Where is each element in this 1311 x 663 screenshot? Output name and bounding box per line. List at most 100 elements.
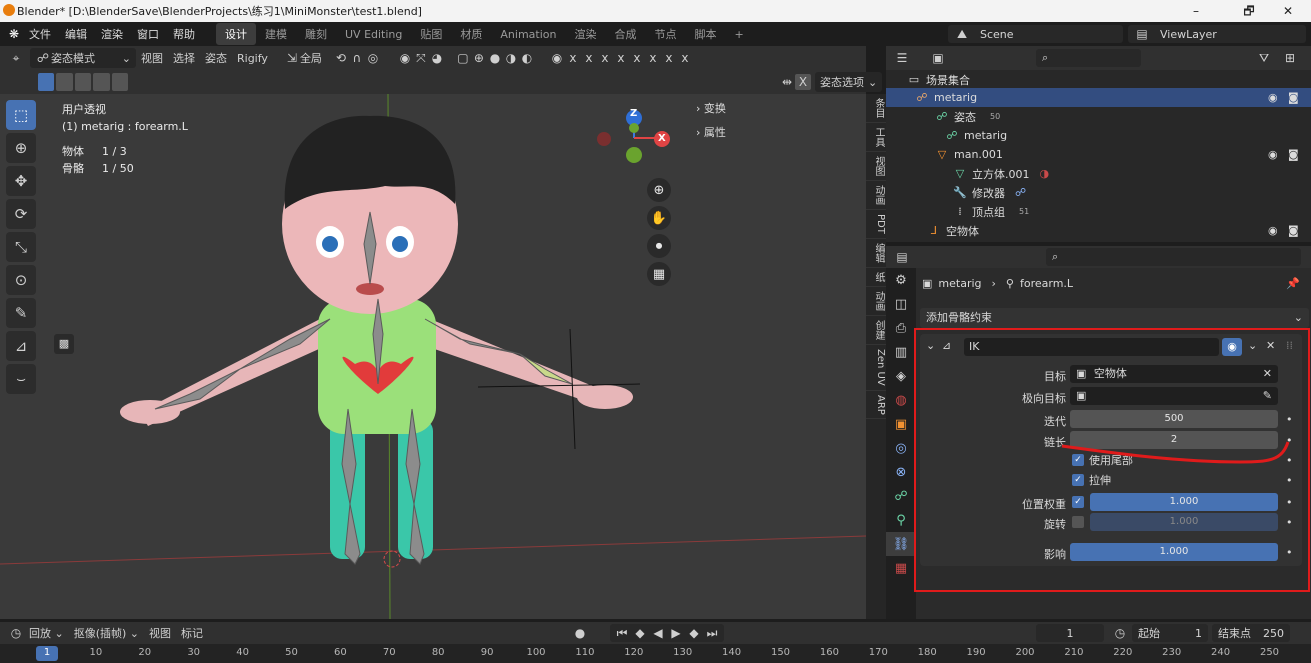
side-tab-paper[interactable]: 纸: [866, 268, 886, 287]
annotate-tool-icon[interactable]: ✎: [6, 298, 36, 328]
outliner-row-armature-data[interactable]: ☍ metarig: [886, 126, 1311, 145]
jump-end-icon[interactable]: ⏭: [704, 625, 720, 641]
side-tab-animation[interactable]: 动画: [866, 181, 886, 210]
menu-window[interactable]: 窗口: [130, 26, 166, 42]
display-mode-icon[interactable]: ▣: [930, 50, 946, 66]
arp-x-icon[interactable]: ⅹ: [613, 50, 629, 66]
arp-x-icon[interactable]: ⅹ: [597, 50, 613, 66]
physics-tab-icon[interactable]: ◎: [886, 436, 916, 460]
pivot-icon[interactable]: ⟲: [333, 50, 349, 66]
pole-target-field[interactable]: ▣ ✎: [1070, 387, 1278, 405]
overlay-icon[interactable]: ◕: [429, 50, 445, 66]
material-shading-icon[interactable]: ◑: [503, 50, 519, 66]
bone-constraint-tab-icon[interactable]: ⛓: [886, 532, 916, 556]
pan-hand-icon[interactable]: ✋: [647, 206, 671, 230]
keyframe-dot-icon[interactable]: •: [1286, 546, 1293, 559]
keyframe-dot-icon[interactable]: •: [1286, 413, 1293, 426]
object-tab-icon[interactable]: ▣: [886, 412, 916, 436]
workspace-tab-layout[interactable]: 设计: [216, 23, 256, 45]
arp-x-icon[interactable]: ⅹ: [645, 50, 661, 66]
cursor-tool-icon[interactable]: ⊕: [6, 133, 36, 163]
keying-menu[interactable]: 抠像(插帧) ⌄: [69, 623, 144, 643]
view-extra-icon[interactable]: ◉: [549, 50, 565, 66]
3d-viewport[interactable]: 用户透视 (1) metarig : forearm.L 物体 1 / 3 骨骼 1…: [0, 94, 866, 619]
blender-menu-icon[interactable]: ❋: [6, 26, 22, 42]
workspace-tab-rendering[interactable]: 渲染: [565, 23, 605, 45]
outliner-row-pose[interactable]: ☍ 姿态 50: [886, 107, 1311, 126]
object-constraint-tab-icon[interactable]: ⊗: [886, 460, 916, 484]
side-tab-animation-2[interactable]: 动画: [866, 287, 886, 316]
side-tab-create[interactable]: 创建: [866, 316, 886, 345]
select-invert-icon[interactable]: [93, 73, 110, 91]
mirror-icon[interactable]: ⇹: [779, 74, 795, 90]
measure-tool-icon[interactable]: ⊿: [6, 331, 36, 361]
workspace-tab-shading[interactable]: 材质: [451, 23, 491, 45]
select-box-tool-icon[interactable]: ⬚: [6, 100, 36, 130]
add-workspace-button[interactable]: +: [725, 25, 752, 44]
transform-tool-icon[interactable]: ⊙: [6, 265, 36, 295]
eye-icon[interactable]: ◉: [1268, 148, 1278, 161]
camera-render-icon[interactable]: ◙: [1288, 148, 1299, 161]
scale-tool-icon[interactable]: ⤡: [6, 232, 36, 262]
constraint-enable-eye-icon[interactable]: ◉: [1222, 338, 1242, 356]
eyedropper-icon[interactable]: ✎: [1263, 387, 1272, 405]
close-window-button[interactable]: ✕: [1265, 0, 1311, 22]
clock-icon[interactable]: ◷: [1112, 625, 1128, 641]
solid-shading-icon[interactable]: ●: [487, 50, 503, 66]
select-extend-icon[interactable]: [56, 73, 73, 91]
grid-view-icon[interactable]: ▦: [647, 262, 671, 286]
select-new-icon[interactable]: [38, 73, 55, 91]
rendered-shading-icon[interactable]: ◐: [519, 50, 535, 66]
stretch-checkbox[interactable]: ✓ 拉伸: [1072, 472, 1111, 488]
proportional-icon[interactable]: ◎: [365, 50, 381, 66]
gizmo-icon[interactable]: ⤧: [413, 50, 429, 66]
keyframe-dot-icon[interactable]: •: [1286, 434, 1293, 447]
side-tab-item[interactable]: 条目: [866, 94, 886, 123]
outliner-editor-icon[interactable]: ☰: [894, 50, 910, 66]
bone-tab-icon[interactable]: ⚲: [886, 508, 916, 532]
influence-slider[interactable]: 1.000: [1070, 543, 1278, 561]
use-tail-checkbox[interactable]: ✓ 使用尾部: [1072, 452, 1133, 468]
menu-render[interactable]: 渲染: [94, 26, 130, 42]
target-field[interactable]: ▣ 空物体 ✕: [1070, 365, 1278, 383]
workspace-tab-sculpt[interactable]: 雕刻: [296, 23, 336, 45]
outliner-search-input[interactable]: ⌕: [1036, 49, 1141, 67]
new-collection-icon[interactable]: ⊞: [1282, 50, 1298, 66]
constraint-name-field[interactable]: IK: [964, 338, 1219, 356]
x-mirror-icon[interactable]: X: [795, 74, 811, 90]
npanel-transform-header[interactable]: › 变换: [696, 100, 854, 116]
play-reverse-icon[interactable]: ◀: [650, 625, 666, 641]
prev-keyframe-icon[interactable]: ◆: [632, 625, 648, 641]
chain-length-field[interactable]: 2: [1070, 431, 1278, 449]
side-tab-arp[interactable]: ARP: [866, 391, 886, 420]
chevron-down-icon[interactable]: ⌄: [926, 339, 935, 352]
workspace-tab-uv[interactable]: UV Editing: [336, 25, 411, 44]
outliner-scene-collection[interactable]: ▭ 场景集合: [886, 70, 1311, 89]
wireframe-shading-icon[interactable]: ⊕: [471, 50, 487, 66]
camera-render-icon[interactable]: ◙: [1288, 91, 1299, 104]
workspace-tab-nodes[interactable]: 节点: [645, 23, 685, 45]
timeline-view-menu[interactable]: 视图: [144, 623, 176, 643]
eye-icon[interactable]: ◉: [1268, 224, 1278, 237]
world-tab-icon[interactable]: ◍: [886, 388, 916, 412]
weight-position-checkbox[interactable]: ✓: [1072, 496, 1084, 508]
scene-tab-icon[interactable]: ◈: [886, 364, 916, 388]
menu-rigify[interactable]: Rigify: [232, 48, 273, 68]
armature-tab-icon[interactable]: ☍: [886, 484, 916, 508]
texture-tab-icon[interactable]: ▦: [886, 556, 916, 580]
keyframe-dot-icon[interactable]: •: [1286, 516, 1293, 529]
npanel-properties-header[interactable]: › 属性: [696, 124, 854, 140]
rotation-checkbox[interactable]: [1072, 516, 1084, 528]
arp-x-icon[interactable]: ⅹ: [581, 50, 597, 66]
properties-search-input[interactable]: ⌕: [1046, 248, 1301, 266]
iterations-field[interactable]: 500: [1070, 410, 1278, 428]
eye-icon[interactable]: ◉: [1268, 91, 1278, 104]
view-layer-tab-icon[interactable]: ▥: [886, 340, 916, 364]
visibility-icon[interactable]: ◉: [397, 50, 413, 66]
next-keyframe-icon[interactable]: ◆: [686, 625, 702, 641]
add-bone-constraint-button[interactable]: 添加骨骼约束 ⌄: [920, 308, 1309, 328]
select-subtract-icon[interactable]: [74, 73, 92, 91]
keyframe-dot-icon[interactable]: •: [1286, 474, 1293, 487]
checker-icon[interactable]: ▩: [54, 334, 74, 354]
mode-selector[interactable]: ☍ 姿态模式 ⌄: [30, 48, 136, 68]
